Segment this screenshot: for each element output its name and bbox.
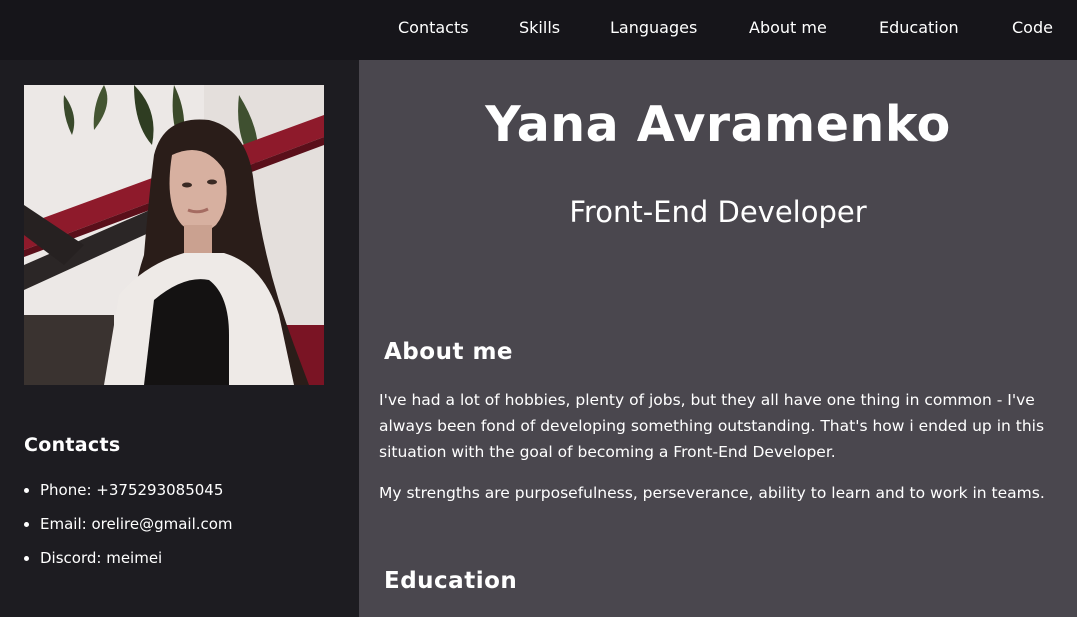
nav-item-skills[interactable]: Skills xyxy=(519,18,560,37)
job-title: Front-End Developer xyxy=(569,195,867,229)
contact-email: Email: orelire@gmail.com xyxy=(24,514,233,548)
nav-item-contacts[interactable]: Contacts xyxy=(398,18,469,37)
page-title: Yana Avramenko xyxy=(485,96,951,153)
contacts-list: Phone: +375293085045 Email: orelire@gmai… xyxy=(24,480,233,582)
profile-photo-illustration xyxy=(24,85,324,385)
nav-item-education[interactable]: Education xyxy=(879,18,959,37)
contact-discord: Discord: meimei xyxy=(24,548,233,582)
nav-item-code[interactable]: Code xyxy=(1012,18,1053,37)
about-paragraph: My strengths are purposefulness, perseve… xyxy=(379,484,1045,502)
about-heading: About me xyxy=(384,339,514,365)
profile-photo xyxy=(24,85,324,385)
contacts-heading: Contacts xyxy=(24,434,121,456)
nav-item-about-me[interactable]: About me xyxy=(749,18,827,37)
top-navigation: Contacts Skills Languages About me Educa… xyxy=(0,0,1077,60)
contact-phone: Phone: +375293085045 xyxy=(24,480,233,514)
main-content: Yana Avramenko Front-End Developer About… xyxy=(359,60,1077,617)
sidebar: Contacts Phone: +375293085045 Email: ore… xyxy=(0,60,359,617)
nav-item-languages[interactable]: Languages xyxy=(610,18,697,37)
about-paragraph: I've had a lot of hobbies, plenty of job… xyxy=(379,391,1045,461)
education-heading: Education xyxy=(384,568,518,594)
